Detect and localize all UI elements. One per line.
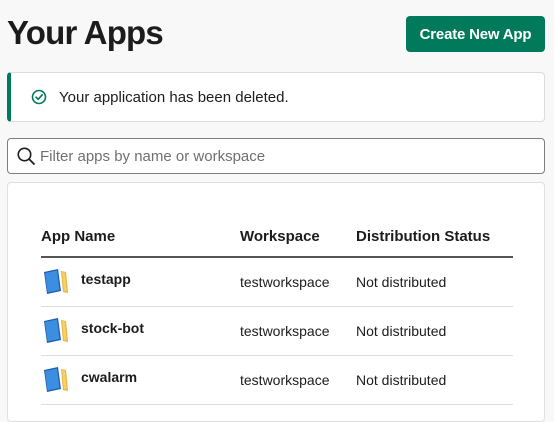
check-circle-icon [31, 89, 47, 105]
workspace-cell: testworkspace [240, 274, 330, 290]
app-name-link[interactable]: stock-bot [81, 320, 144, 336]
app-cell[interactable]: stock-bot [41, 316, 144, 346]
alert-message: Your application has been deleted. [59, 88, 289, 106]
header-workspace: Workspace [240, 228, 320, 245]
app-name-link[interactable]: testapp [81, 271, 131, 287]
table-row[interactable]: testapp testworkspace Not distributed [41, 258, 513, 307]
distribution-status-cell: Not distributed [356, 274, 447, 290]
apps-table: App Name Workspace Distribution Status t… [41, 219, 513, 405]
table-row[interactable]: stock-bot testworkspace Not distributed [41, 307, 513, 356]
page-title: Your Apps [7, 14, 164, 51]
distribution-status-cell: Not distributed [356, 372, 447, 388]
header-app-name: App Name [41, 228, 116, 245]
create-new-app-button[interactable]: Create New App [406, 16, 545, 52]
workspace-cell: testworkspace [240, 323, 330, 339]
app-cell[interactable]: cwalarm [41, 365, 137, 395]
apps-panel: App Name Workspace Distribution Status t… [7, 182, 545, 422]
app-book-icon [41, 316, 71, 346]
search-box[interactable] [7, 138, 545, 174]
app-cell[interactable]: testapp [41, 267, 131, 297]
header-distribution-status: Distribution Status [356, 228, 491, 245]
search-icon [16, 146, 36, 166]
table-header: App Name Workspace Distribution Status [41, 219, 513, 258]
app-book-icon [41, 267, 71, 297]
app-book-icon [41, 365, 71, 395]
search-input[interactable] [40, 147, 530, 165]
app-name-link[interactable]: cwalarm [81, 369, 137, 385]
success-alert: Your application has been deleted. [7, 72, 545, 122]
workspace-cell: testworkspace [240, 372, 330, 388]
table-row[interactable]: cwalarm testworkspace Not distributed [41, 356, 513, 405]
distribution-status-cell: Not distributed [356, 323, 447, 339]
